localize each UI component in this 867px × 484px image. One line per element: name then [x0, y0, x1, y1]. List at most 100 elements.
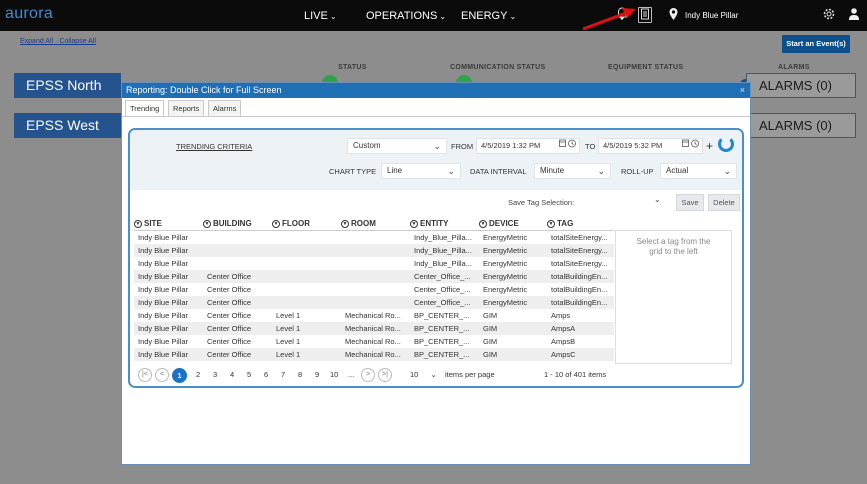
filter-icon[interactable]: ▼	[479, 219, 487, 228]
page-7[interactable]: 7	[281, 370, 285, 379]
cell-room: Mechanical Ro...	[345, 337, 401, 346]
calendar-clock-icons[interactable]	[682, 139, 700, 153]
first-page-button[interactable]: |<	[138, 368, 152, 382]
delete-button[interactable]: Delete	[708, 194, 740, 211]
table-row[interactable]: Indy Blue Pillar Indy_Blue_Pilla... Energy…	[134, 257, 614, 270]
pager: |< < 1 2 3 4 5 6 7 8 9 10 ... > >| 10 ⌄ …	[134, 368, 614, 384]
filter-icon[interactable]: ▼	[134, 219, 142, 228]
report-icon[interactable]	[638, 7, 652, 23]
column-header-tag[interactable]: ▼ TAG	[547, 219, 573, 228]
start-event-button[interactable]: Start an Event(s)	[782, 35, 850, 53]
filter-icon[interactable]: ▼	[341, 219, 349, 228]
nav-live[interactable]: LIVE ⌄	[304, 10, 337, 22]
table-row[interactable]: Indy Blue Pillar Center Office Center_Offi…	[134, 270, 614, 283]
site-selector[interactable]: Indy Blue Pillar	[685, 11, 738, 20]
cell-tag: totalSiteEnergy...	[551, 233, 608, 242]
filter-icon[interactable]: ▼	[547, 219, 555, 228]
column-header-room[interactable]: ▼ ROOM	[341, 219, 376, 228]
page-10[interactable]: 10	[330, 370, 338, 379]
modal-title-bar[interactable]: Reporting: Double Click for Full Screen …	[122, 83, 750, 98]
region-card-epss-west[interactable]: EPSS West	[14, 113, 121, 138]
tab-reports[interactable]: Reports	[168, 100, 205, 116]
reporting-modal: Reporting: Double Click for Full Screen …	[121, 82, 751, 465]
rollup-label: ROLL-UP	[621, 167, 654, 176]
page-8[interactable]: 8	[298, 370, 302, 379]
close-icon[interactable]: ×	[740, 83, 745, 98]
table-row[interactable]: Indy Blue Pillar Center Office Center_Offi…	[134, 283, 614, 296]
aurora-logo[interactable]: aurora	[5, 5, 53, 23]
region-card-epss-north[interactable]: EPSS North	[14, 73, 121, 98]
table-row[interactable]: Indy Blue Pillar Indy_Blue_Pilla... Energy…	[134, 231, 614, 244]
next-page-button[interactable]: >	[361, 368, 375, 382]
table-row[interactable]: Indy Blue Pillar Center Office Center_Offi…	[134, 296, 614, 309]
communication-column-header: COMMUNICATION STATUS	[450, 64, 546, 71]
save-tag-row: Save Tag Selection: ⌄ Save Delete	[130, 194, 742, 212]
cell-tag: AmpsC	[551, 350, 576, 359]
table-row[interactable]: Indy Blue Pillar Center Office Level 1 Mech…	[134, 348, 614, 361]
table-row[interactable]: Indy Blue Pillar Center Office Level 1 Mech…	[134, 322, 614, 335]
to-datetime-input[interactable]: 4/5/2019 5:32 PM	[598, 138, 703, 154]
column-header-site[interactable]: ▼ SITE	[134, 219, 162, 228]
alarms-badge-west[interactable]: ALARMS (0)	[746, 113, 856, 138]
page-3[interactable]: 3	[213, 370, 217, 379]
calendar-clock-icons[interactable]	[559, 139, 577, 153]
nav-energy[interactable]: ENERGY ⌄	[461, 10, 516, 22]
chevron-down-icon: ⌄	[654, 195, 661, 204]
selected-tags-panel: Select a tag from the grid to the left	[615, 230, 732, 364]
cell-room: Mechanical Ro...	[345, 324, 401, 333]
table-row[interactable]: Indy Blue Pillar Center Office Level 1 Mech…	[134, 309, 614, 322]
cell-device: EnergyMetric	[483, 259, 528, 268]
data-interval-select[interactable]: Minute ⌄	[534, 163, 611, 179]
cell-entity: Indy_Blue_Pilla...	[414, 246, 472, 255]
page-4[interactable]: 4	[230, 370, 234, 379]
prev-page-button[interactable]: <	[155, 368, 169, 382]
cell-device: EnergyMetric	[483, 246, 528, 255]
annotation-arrow	[582, 8, 636, 31]
filter-icon[interactable]: ▼	[272, 219, 280, 228]
gear-icon[interactable]	[821, 7, 837, 23]
add-icon[interactable]: +	[706, 139, 713, 153]
column-header-floor[interactable]: ▼ FLOOR	[272, 219, 310, 228]
column-header-device[interactable]: ▼ DEVICE	[479, 219, 519, 228]
tab-alarms[interactable]: Alarms	[208, 100, 242, 116]
page-more[interactable]: ...	[348, 370, 354, 379]
cell-tag: totalBuildingEn...	[551, 285, 608, 294]
alarms-badge-north[interactable]: ALARMS (0)	[746, 73, 856, 98]
page-2[interactable]: 2	[196, 370, 200, 379]
expand-collapse-links: Expand All · Collapse All	[20, 38, 96, 45]
refresh-icon[interactable]	[718, 136, 734, 152]
cell-site: Indy Blue Pillar	[138, 246, 189, 255]
table-row[interactable]: Indy Blue Pillar Center Office Level 1 Mech…	[134, 335, 614, 348]
user-icon[interactable]	[846, 7, 862, 23]
items-per-page-label: items per page	[445, 370, 495, 379]
cell-entity: BP_CENTER_...	[414, 337, 470, 346]
page-5[interactable]: 5	[247, 370, 251, 379]
trending-criteria-link[interactable]: TRENDING CRITERIA	[176, 142, 252, 151]
cell-entity: Center_Office_...	[414, 272, 471, 281]
filter-icon[interactable]: ▼	[203, 219, 211, 228]
save-button[interactable]: Save	[676, 194, 704, 211]
saved-tag-select[interactable]: ⌄	[654, 195, 668, 211]
tab-divider	[122, 116, 750, 117]
to-label: TO	[585, 142, 596, 151]
table-row[interactable]: Indy Blue Pillar Indy_Blue_Pilla... Energy…	[134, 244, 614, 257]
page-size-select[interactable]: 10 ⌄	[410, 370, 437, 379]
last-page-button[interactable]: >|	[378, 368, 392, 382]
cell-building: Center Office	[207, 272, 252, 281]
chevron-down-icon: ⌄	[723, 166, 731, 176]
nav-operations[interactable]: OPERATIONS ⌄	[366, 10, 446, 22]
page-6[interactable]: 6	[264, 370, 268, 379]
filter-icon[interactable]: ▼	[410, 219, 418, 228]
range-select[interactable]: Custom ⌄	[347, 138, 447, 154]
rollup-select[interactable]: Actual ⌄	[660, 163, 737, 179]
location-pin-icon[interactable]	[665, 7, 681, 23]
page-current[interactable]: 1	[172, 368, 187, 383]
page-9[interactable]: 9	[315, 370, 319, 379]
from-datetime-input[interactable]: 4/5/2019 1:32 PM	[476, 138, 580, 154]
expand-all-link[interactable]: Expand All	[20, 38, 53, 45]
column-header-entity[interactable]: ▼ ENTITY	[410, 219, 448, 228]
chart-type-select[interactable]: Line ⌄	[381, 163, 461, 179]
column-header-building[interactable]: ▼ BUILDING	[203, 219, 252, 228]
tab-trending[interactable]: Trending	[125, 100, 165, 117]
collapse-all-link[interactable]: Collapse All	[59, 38, 96, 45]
